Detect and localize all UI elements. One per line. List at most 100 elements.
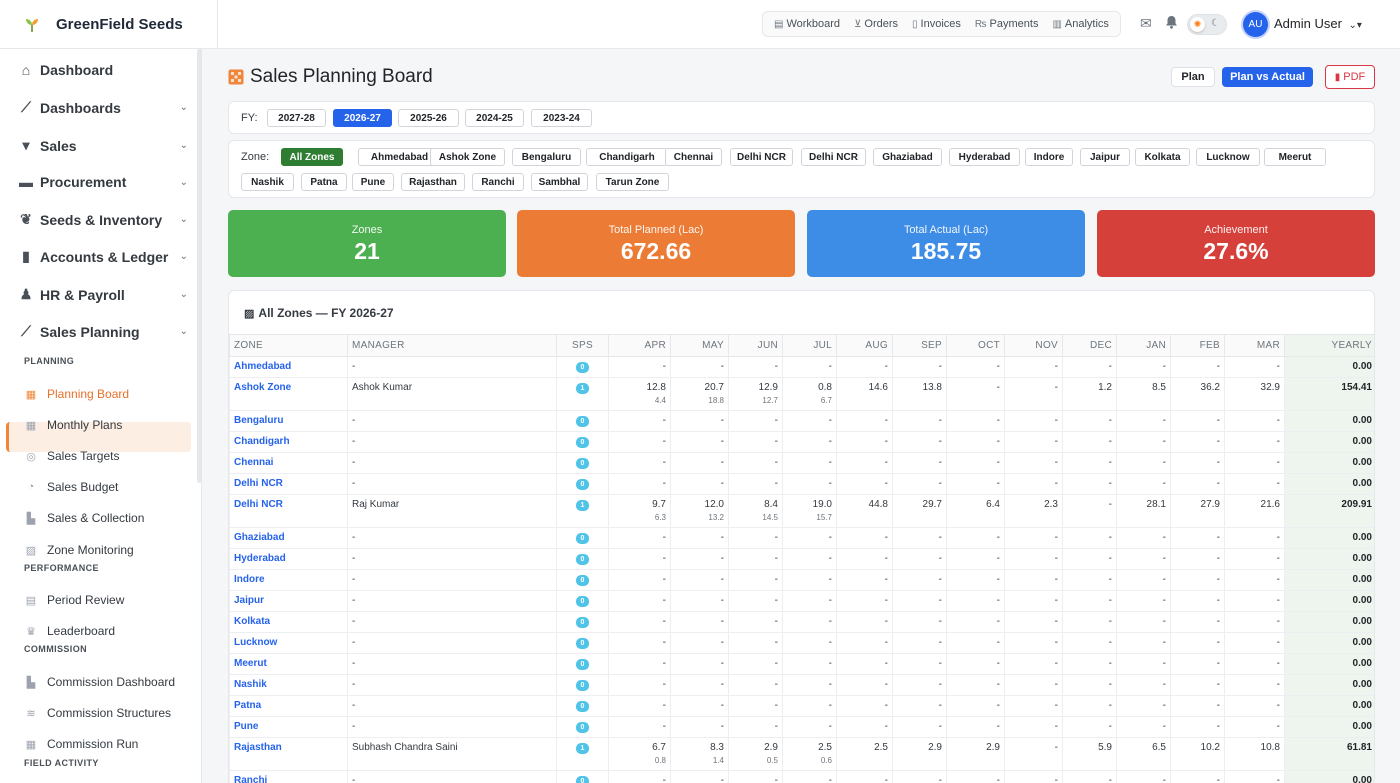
zone-chip-nashik[interactable]: Nashik — [241, 173, 294, 191]
column-header-sps[interactable]: SPS — [556, 334, 609, 357]
sidebar-item-commission-run[interactable]: ▦ Commission Run — [24, 737, 139, 751]
mail-icon[interactable]: ✉ — [1140, 15, 1152, 32]
fy-chip-2027-28[interactable]: 2027-28 — [267, 109, 326, 127]
avatar[interactable]: AU — [1243, 12, 1268, 37]
column-header-sep[interactable]: SEP — [892, 334, 947, 357]
zone-link[interactable]: Patna — [229, 695, 348, 717]
zone-link[interactable]: Ahmedabad — [229, 356, 348, 378]
zone-link[interactable]: Bengaluru — [229, 410, 348, 432]
zone-chip-bengaluru[interactable]: Bengaluru — [512, 148, 581, 166]
zone-link[interactable]: Rajasthan — [229, 737, 348, 771]
fy-chip-2024-25[interactable]: 2024-25 — [465, 109, 524, 127]
sidebar-item-seeds-and-inventory[interactable]: ❦ Seeds & Inventory ⌄ — [18, 211, 188, 228]
column-header-apr[interactable]: APR — [608, 334, 671, 357]
plan-button[interactable]: Plan — [1171, 67, 1215, 87]
zone-link[interactable]: Ashok Zone — [229, 377, 348, 411]
zone-chip-chandigarh[interactable]: Chandigarh — [586, 148, 668, 166]
topnav-orders[interactable]: ⊻ Orders — [847, 13, 905, 35]
pdf-button[interactable]: ▮ PDF — [1325, 65, 1375, 89]
plan-vs-actual-button[interactable]: Plan vs Actual — [1222, 67, 1313, 87]
fy-chip-2026-27[interactable]: 2026-27 — [333, 109, 392, 127]
planned-value: - — [1162, 478, 1166, 489]
zone-link[interactable]: Delhi NCR — [229, 494, 348, 528]
sidebar-item-planning-board[interactable]: ▦ Planning Board — [24, 387, 129, 401]
zone-chip-lucknow[interactable]: Lucknow — [1196, 148, 1260, 166]
sidebar-item-sales-and-collection[interactable]: ▙ Sales & Collection — [24, 511, 145, 525]
sidebar-item-monthly-plans[interactable]: ▦ Monthly Plans — [24, 418, 123, 432]
zone-chip-meerut[interactable]: Meerut — [1264, 148, 1326, 166]
sidebar-item-hr-and-payroll[interactable]: ♟ HR & Payroll ⌄ — [18, 286, 188, 303]
column-header-jan[interactable]: JAN — [1116, 334, 1171, 357]
sidebar-item-leaderboard[interactable]: ♛ Leaderboard — [24, 624, 115, 638]
zone-link[interactable]: Lucknow — [229, 632, 348, 654]
column-header-oct[interactable]: OCT — [946, 334, 1005, 357]
column-header-aug[interactable]: AUG — [836, 334, 893, 357]
topnav-payments[interactable]: ₨ Payments — [968, 13, 1046, 35]
zone-chip-sambhal[interactable]: Sambhal — [531, 173, 588, 191]
user-menu[interactable]: Admin User ⌄▾ — [1274, 16, 1362, 31]
sidebar-item-commission-structures[interactable]: ≋ Commission Structures — [24, 706, 171, 720]
column-header-zone[interactable]: ZONE — [229, 334, 348, 357]
column-header-manager[interactable]: MANAGER — [347, 334, 557, 357]
sidebar-item-sales[interactable]: ▾ Sales ⌄ — [18, 137, 188, 154]
column-header-dec[interactable]: DEC — [1062, 334, 1117, 357]
sidebar-item-procurement[interactable]: ▬ Procurement ⌄ — [18, 174, 188, 190]
sidebar-item-sales-budget[interactable]: ◔ Sales Budget — [24, 480, 119, 494]
zone-link[interactable]: Indore — [229, 569, 348, 591]
sidebar-item-period-review[interactable]: ▤ Period Review — [24, 593, 125, 607]
sidebar-item-zone-monitoring[interactable]: ▨ Zone Monitoring — [24, 543, 134, 557]
zone-chip-ahmedabad[interactable]: Ahmedabad — [358, 148, 441, 166]
sidebar-item-accounts-and-ledger[interactable]: ▮ Accounts & Ledger ⌄ — [18, 248, 188, 265]
zone-chip-delhi-ncr[interactable]: Delhi NCR — [801, 148, 866, 166]
bell-icon[interactable] — [1165, 15, 1178, 32]
zone-link[interactable]: Hyderabad — [229, 548, 348, 570]
sidebar-item-sales-targets[interactable]: ◎ Sales Targets — [24, 449, 119, 463]
column-header-nov[interactable]: NOV — [1004, 334, 1063, 357]
column-header-yearly[interactable]: YEARLY — [1284, 334, 1374, 357]
sidebar-item-dashboards[interactable]: ⟋ Dashboards ⌄ — [18, 99, 188, 116]
zone-chip-delhi-ncr[interactable]: Delhi NCR — [730, 148, 793, 166]
zone-chip-chennai[interactable]: Chennai — [665, 148, 722, 166]
zone-chip-kolkata[interactable]: Kolkata — [1135, 148, 1190, 166]
zone-chip-hyderabad[interactable]: Hyderabad — [949, 148, 1020, 166]
zone-chip-ranchi[interactable]: Ranchi — [472, 173, 524, 191]
topnav-workboard[interactable]: ▤ Workboard — [767, 13, 847, 35]
sps-cell: 0 — [556, 632, 609, 654]
zone-link[interactable]: Pune — [229, 716, 348, 738]
zone-link[interactable]: Meerut — [229, 653, 348, 675]
zone-chip-tarun-zone[interactable]: Tarun Zone — [596, 173, 669, 191]
planned-value: 10.8 — [1260, 742, 1280, 753]
sidebar-scrollbar[interactable] — [197, 49, 202, 483]
zone-chip-indore[interactable]: Indore — [1025, 148, 1073, 166]
zone-chip-patna[interactable]: Patna — [301, 173, 347, 191]
column-header-jun[interactable]: JUN — [728, 334, 783, 357]
zone-link[interactable]: Ghaziabad — [229, 527, 348, 549]
zone-link[interactable]: Ranchi — [229, 770, 348, 783]
column-header-jul[interactable]: JUL — [782, 334, 837, 357]
zone-chip-pune[interactable]: Pune — [352, 173, 394, 191]
sidebar-item-dashboard[interactable]: ⌂ Dashboard — [18, 62, 188, 78]
zone-link[interactable]: Chandigarh — [229, 431, 348, 453]
zone-link[interactable]: Nashik — [229, 674, 348, 696]
stat-label: Total Planned (Lac) — [608, 224, 704, 236]
zone-chip-jaipur[interactable]: Jaipur — [1080, 148, 1130, 166]
theme-toggle[interactable]: ✺ ☾ — [1187, 14, 1227, 35]
zone-link[interactable]: Jaipur — [229, 590, 348, 612]
sidebar-item-commission-dashboard[interactable]: ▙ Commission Dashboard — [24, 675, 175, 689]
zone-chip-all-zones[interactable]: All Zones — [281, 148, 343, 166]
fy-chip-2025-26[interactable]: 2025-26 — [398, 109, 459, 127]
column-header-may[interactable]: MAY — [670, 334, 729, 357]
fy-chip-2023-24[interactable]: 2023-24 — [531, 109, 592, 127]
sidebar-item-sales-planning[interactable]: ⟋ Sales Planning ⌄ — [18, 323, 188, 340]
zone-chip-rajasthan[interactable]: Rajasthan — [401, 173, 465, 191]
zone-chip-ashok-zone[interactable]: Ashok Zone — [430, 148, 505, 166]
topnav-invoices[interactable]: ▯ Invoices — [905, 13, 968, 35]
topnav-analytics[interactable]: ▥ Analytics — [1045, 13, 1115, 35]
column-header-mar[interactable]: MAR — [1224, 334, 1285, 357]
zone-link[interactable]: Chennai — [229, 452, 348, 474]
zone-link[interactable]: Delhi NCR — [229, 473, 348, 495]
zone-link[interactable]: Kolkata — [229, 611, 348, 633]
brand[interactable]: GreenField Seeds — [0, 0, 218, 49]
column-header-feb[interactable]: FEB — [1170, 334, 1225, 357]
zone-chip-ghaziabad[interactable]: Ghaziabad — [873, 148, 942, 166]
